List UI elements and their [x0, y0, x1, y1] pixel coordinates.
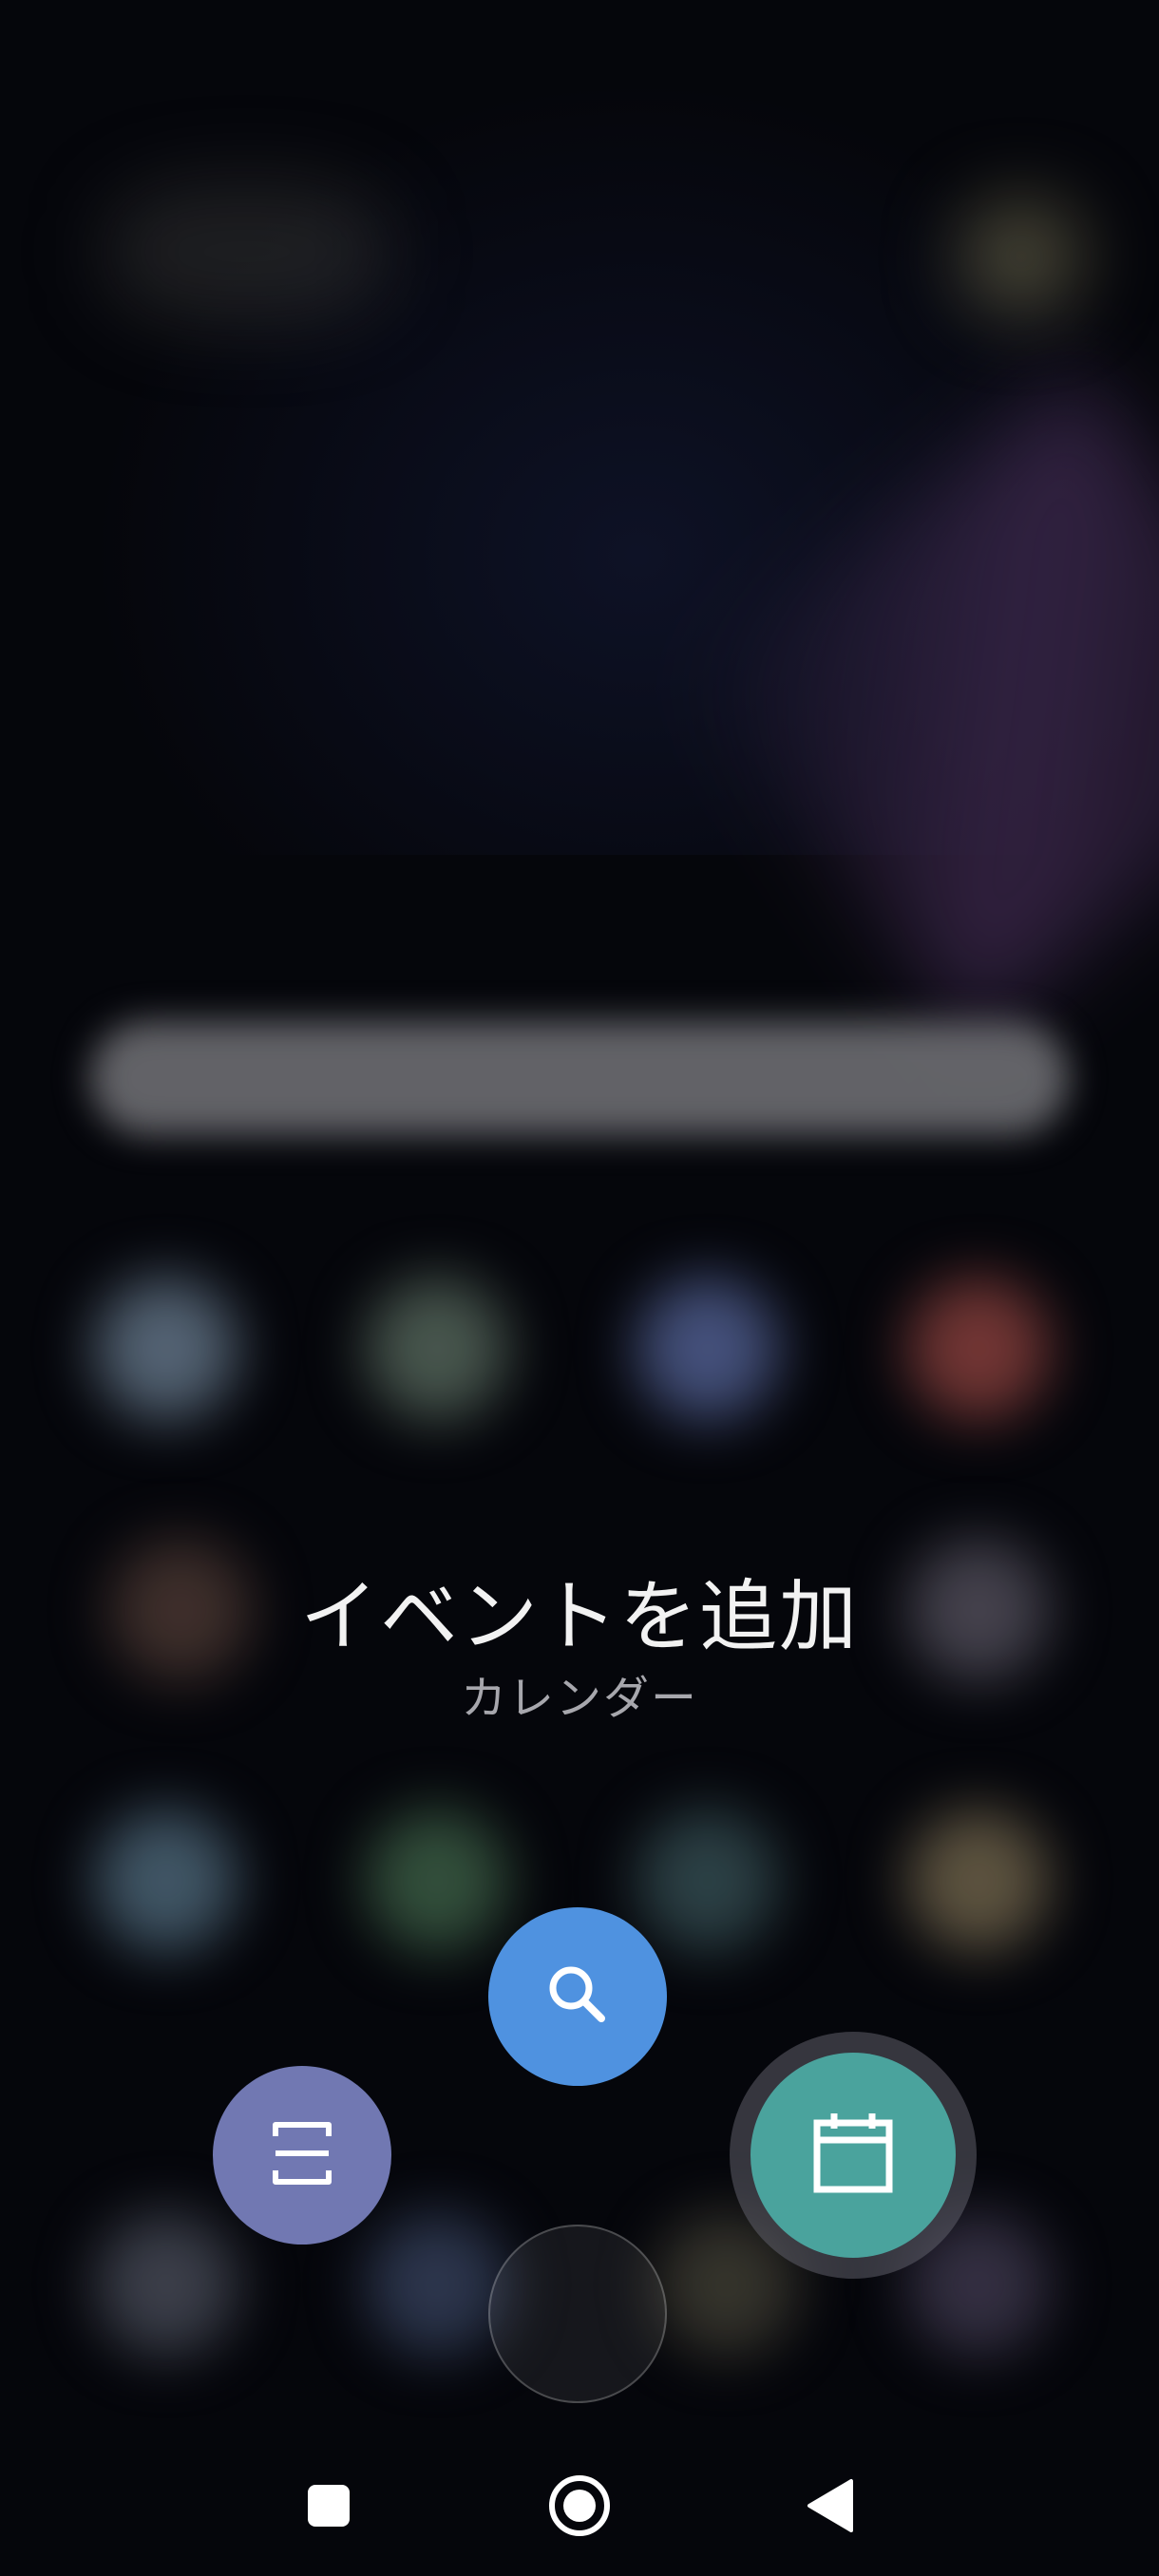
blurred-app-icon [636, 1809, 779, 1952]
blurred-app-icon [366, 1278, 508, 1420]
scan-button[interactable] [213, 2066, 391, 2245]
blurred-app-icon [95, 2213, 238, 2356]
scan-icon [262, 2113, 342, 2197]
calendar-icon [808, 2108, 899, 2203]
blurred-app-icon [907, 1278, 1050, 1420]
blurred-clock-widget [104, 180, 390, 323]
blurred-app-icon [366, 1809, 508, 1952]
home-icon [546, 2472, 613, 2543]
shortcut-app-name: カレンダー [460, 1672, 698, 1725]
blurred-app-icon [636, 1278, 779, 1420]
blurred-app-icon [366, 2213, 508, 2356]
home-button[interactable] [542, 2470, 618, 2546]
screen: イベントを追加 カレンダー [0, 0, 1159, 2576]
blurred-search-bar [90, 1021, 1069, 1135]
recents-icon [305, 2482, 352, 2533]
back-icon [804, 2477, 857, 2538]
back-button[interactable] [792, 2470, 868, 2546]
shortcut-title: イベントを追加 [299, 1572, 859, 1662]
blurred-app-icon [907, 1809, 1050, 1952]
blurred-app-icon [95, 1278, 238, 1420]
search-icon [540, 1957, 616, 2036]
calendar-button[interactable] [750, 2053, 956, 2258]
blurred-weather-icon [960, 199, 1083, 313]
gesture-origin-circle[interactable] [488, 2225, 667, 2403]
blurred-app-icon [95, 1809, 238, 1952]
recents-button[interactable] [291, 2470, 367, 2546]
search-button[interactable] [488, 1907, 667, 2086]
